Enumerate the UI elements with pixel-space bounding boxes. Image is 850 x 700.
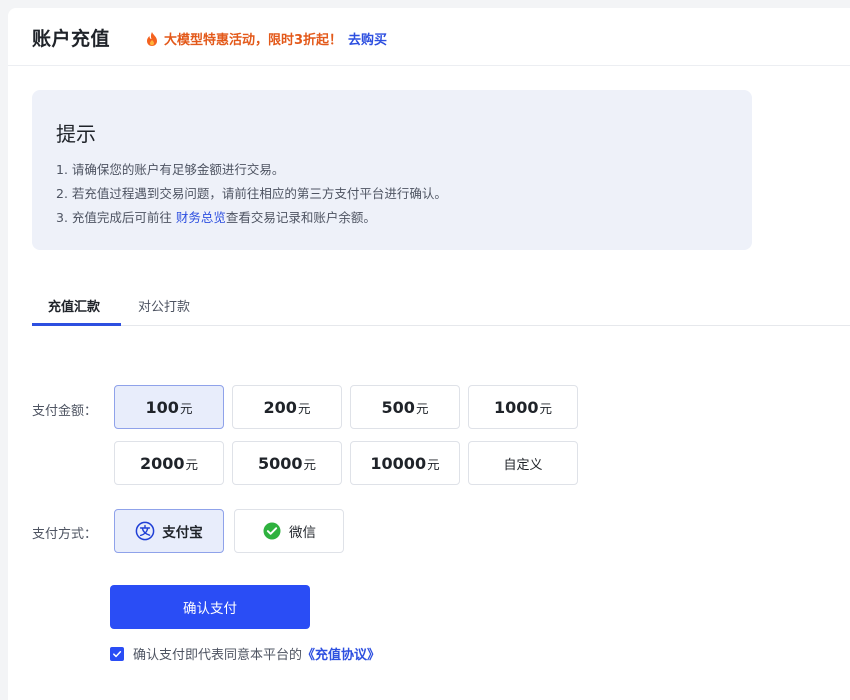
amount-option-1000[interactable]: 1000 元 xyxy=(468,385,578,429)
wechat-icon xyxy=(262,521,282,541)
amount-option-10000[interactable]: 10000 元 xyxy=(350,441,460,485)
payment-option-label: 微信 xyxy=(289,525,316,541)
notice-line-3-prefix: 3. 充值完成后可前往 xyxy=(56,210,176,225)
confirm-pay-button[interactable]: 确认支付 xyxy=(110,585,310,629)
amount-value: 200 xyxy=(263,397,297,417)
payment-option-alipay[interactable]: 支付宝 xyxy=(114,509,224,553)
amount-value: 5000 xyxy=(257,453,303,473)
custom-amount-label: 自定义 xyxy=(503,457,543,473)
active-tab-indicator xyxy=(32,323,121,326)
page-title: 账户充值 xyxy=(32,28,111,50)
agreement-checkbox[interactable] xyxy=(110,646,124,661)
buy-link[interactable]: 去购买 xyxy=(348,29,387,48)
amount-value: 500 xyxy=(381,397,415,417)
amount-option-100[interactable]: 100 元 xyxy=(114,385,224,429)
notice-line-3-suffix: 查看交易记录和账户余额。 xyxy=(225,210,376,225)
amount-option-5000[interactable]: 5000 元 xyxy=(232,441,342,485)
amount-unit: 元 xyxy=(179,400,193,416)
notice-line-3: 3. 充值完成后可前往 财务总览查看交易记录和账户余额。 xyxy=(56,207,376,226)
amount-value: 1000 xyxy=(493,397,539,417)
promo-banner: 大模型特惠活动，限时3折起！ 去购买 xyxy=(146,29,387,48)
page-header: 账户充值 大模型特惠活动，限时3折起！ 去购买 xyxy=(8,8,850,66)
amount-option-2000[interactable]: 2000 元 xyxy=(114,441,224,485)
payment-method-label: 支付方式： xyxy=(32,527,98,542)
finance-overview-link[interactable]: 财务总览 xyxy=(176,210,226,225)
notice-line-2: 2. 若充值过程遇到交易问题，请前往相应的第三方支付平台进行确认。 xyxy=(56,186,447,201)
notice-line-1: 1. 请确保您的账户有足够金额进行交易。 xyxy=(56,162,285,177)
amount-unit: 元 xyxy=(297,400,311,416)
amount-unit: 元 xyxy=(303,456,317,472)
amount-option-200[interactable]: 200 元 xyxy=(232,385,342,429)
agreement-text: 确认支付即代表同意本平台的 xyxy=(133,648,303,663)
recharge-agreement-link[interactable]: 《充值协议》 xyxy=(302,644,380,663)
recharge-page: 账户充值 大模型特惠活动，限时3折起！ 去购买 提示 1. 请确保您的账户有足够… xyxy=(8,8,850,700)
amount-unit: 元 xyxy=(539,400,553,416)
amount-label: 支付金额： xyxy=(32,404,98,419)
amount-value: 10000 xyxy=(370,453,427,473)
checkmark-icon xyxy=(113,650,122,657)
amount-value: 100 xyxy=(145,397,179,417)
agreement-row: 确认支付即代表同意本平台的 《充值协议》 xyxy=(110,644,380,663)
amount-unit: 元 xyxy=(427,456,440,472)
amount-unit: 元 xyxy=(415,400,429,416)
tab-bar: 充值汇款 对公打款 xyxy=(32,286,850,326)
payment-option-wechat[interactable]: 微信 xyxy=(234,509,344,553)
promo-text: 大模型特惠活动，限时3折起！ xyxy=(164,33,343,48)
amount-unit: 元 xyxy=(185,456,199,472)
tab-corporate-transfer[interactable]: 对公打款 xyxy=(138,296,190,315)
fire-icon xyxy=(146,31,158,46)
alipay-icon xyxy=(135,521,155,541)
tab-recharge[interactable]: 充值汇款 xyxy=(48,296,100,315)
notice-box: 提示 1. 请确保您的账户有足够金额进行交易。 2. 若充值过程遇到交易问题，请… xyxy=(32,90,752,250)
amount-value: 2000 xyxy=(139,453,185,473)
payment-option-label: 支付宝 xyxy=(162,525,203,541)
amount-option-500[interactable]: 500 元 xyxy=(350,385,460,429)
notice-title: 提示 xyxy=(56,122,96,146)
amount-option-custom[interactable]: 自定义 xyxy=(468,441,578,485)
